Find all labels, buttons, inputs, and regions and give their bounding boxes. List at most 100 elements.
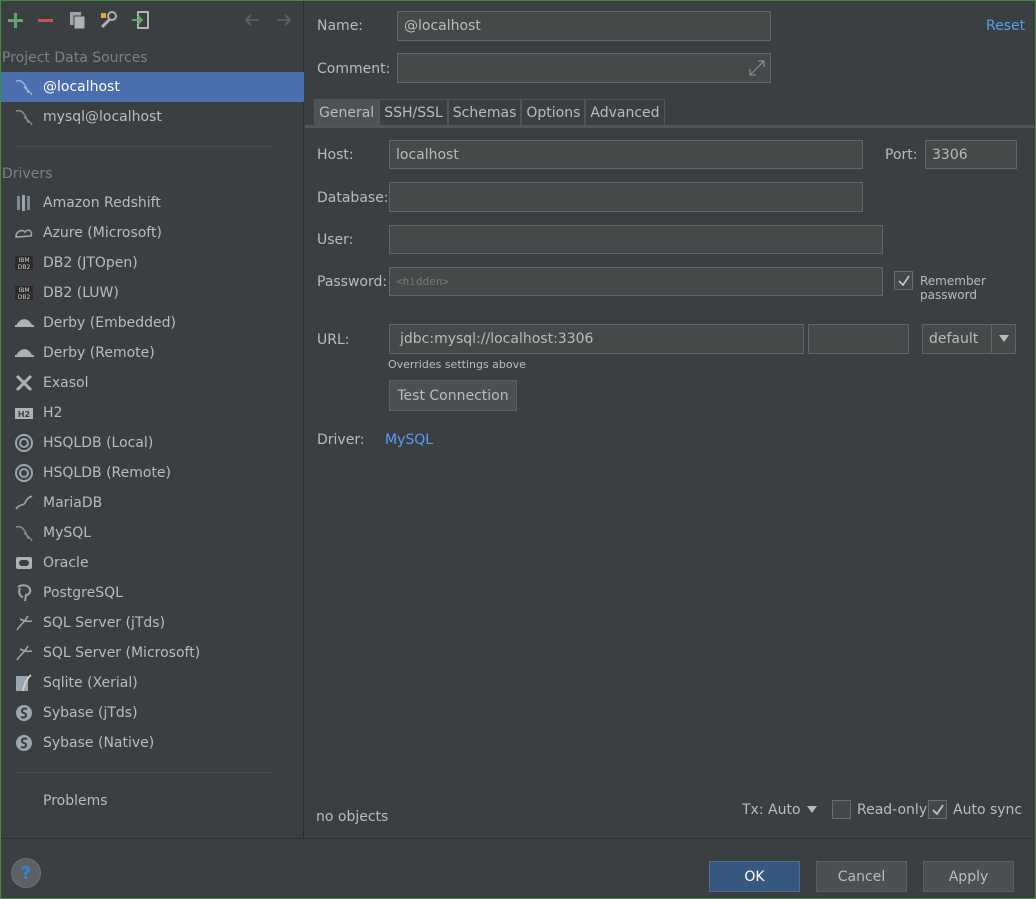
driver-label: Derby (Remote) (43, 345, 155, 361)
port-label: Port: (885, 147, 918, 163)
driver-label: HSQLDB (Remote) (43, 465, 172, 481)
comment-field[interactable] (397, 53, 771, 83)
problems-item[interactable]: Problems (1, 786, 304, 816)
driver-item[interactable]: Derby (Embedded) (1, 308, 304, 338)
driver-item[interactable]: SQL Server (Microsoft) (1, 638, 304, 668)
derby-icon (13, 312, 35, 334)
host-field[interactable]: localhost (389, 140, 863, 169)
help-button[interactable]: ? (11, 858, 41, 888)
problems-spacer (13, 790, 35, 812)
driver-label: Amazon Redshift (43, 195, 161, 211)
svg-text:DB2: DB2 (18, 294, 31, 301)
svg-text:IBM: IBM (18, 287, 29, 294)
sybase-icon (13, 702, 35, 724)
driver-label: Azure (Microsoft) (43, 225, 162, 241)
redshift-icon (13, 192, 35, 214)
sidebar-toolbar (1, 1, 304, 39)
db2-icon: IBM DB2 (13, 252, 35, 274)
copy-icon[interactable] (67, 9, 89, 31)
ok-button[interactable]: OK (709, 861, 800, 892)
mariadb-icon (13, 492, 35, 514)
name-field[interactable]: @localhost (397, 11, 771, 41)
derby-icon (13, 342, 35, 364)
data-source-label: mysql@localhost (43, 109, 162, 125)
driver-label: Driver: (317, 432, 365, 448)
driver-item[interactable]: Exasol (1, 368, 304, 398)
hsqldb-icon (13, 432, 35, 454)
tab-underline (305, 125, 1034, 128)
dialog-button-bar: ? OK Cancel Apply (1, 838, 1034, 897)
driver-label: PostgreSQL (43, 585, 123, 601)
arrow-left-icon[interactable] (241, 9, 263, 31)
driver-label: Sybase (jTds) (43, 705, 138, 721)
chevron-down-icon (991, 325, 1015, 353)
divider (15, 146, 273, 147)
h2-icon: H2 (13, 402, 35, 424)
minus-icon[interactable] (34, 9, 56, 31)
url-mode-select[interactable]: default (922, 324, 1016, 354)
db2-icon: IBM DB2 (13, 282, 35, 304)
read-only-checkbox[interactable] (832, 800, 851, 819)
tab-options[interactable]: Options (521, 99, 586, 125)
driver-item[interactable]: Azure (Microsoft) (1, 218, 304, 248)
plus-icon[interactable] (4, 9, 26, 31)
driver-item[interactable]: IBM DB2 DB2 (JTOpen) (1, 248, 304, 278)
port-field[interactable]: 3306 (925, 140, 1017, 169)
mysql-icon (13, 522, 35, 544)
driver-item[interactable]: PostgreSQL (1, 578, 304, 608)
sybase-icon (13, 732, 35, 754)
driver-label: DB2 (JTOpen) (43, 255, 138, 271)
driver-item[interactable]: Oracle (1, 548, 304, 578)
driver-item[interactable]: Sybase (jTds) (1, 698, 304, 728)
url-extra-field[interactable] (808, 324, 909, 354)
test-connection-button[interactable]: Test Connection (389, 380, 517, 411)
driver-label: Derby (Embedded) (43, 315, 176, 331)
tab-schemas[interactable]: Schemas (447, 99, 522, 125)
driver-item[interactable]: Sqlite (Xerial) (1, 668, 304, 698)
data-source-mysql-localhost[interactable]: mysql@localhost (1, 102, 304, 132)
driver-item[interactable]: MariaDB (1, 488, 304, 518)
tx-mode-dropdown[interactable]: Tx: Auto (742, 802, 817, 818)
user-field[interactable] (389, 225, 883, 254)
remember-password-label: Remember password (920, 274, 986, 302)
apply-button[interactable]: Apply (923, 861, 1014, 892)
auto-sync-checkbox[interactable] (928, 800, 947, 819)
sqlite-icon (13, 672, 35, 694)
driver-item[interactable]: MySQL (1, 518, 304, 548)
arrow-right-icon[interactable] (273, 9, 295, 31)
driver-item[interactable]: Derby (Remote) (1, 338, 304, 368)
driver-item[interactable]: Sybase (Native) (1, 728, 304, 758)
driver-item[interactable]: H2 H2 (1, 398, 304, 428)
tab-bar: General SSH/SSL Schemas Options Advanced (314, 99, 665, 125)
sqlserver-icon (13, 642, 35, 664)
driver-item[interactable]: IBM DB2 DB2 (LUW) (1, 278, 304, 308)
help-icon: ? (20, 862, 32, 884)
driver-label: DB2 (LUW) (43, 285, 119, 301)
cancel-button[interactable]: Cancel (816, 861, 907, 892)
import-icon[interactable] (130, 9, 152, 31)
reset-link[interactable]: Reset (986, 18, 1025, 34)
tab-general[interactable]: General (314, 99, 380, 125)
database-field[interactable] (389, 182, 863, 212)
driver-item[interactable]: HSQLDB (Remote) (1, 458, 304, 488)
auto-sync-label: Auto sync (953, 802, 1023, 818)
driver-item[interactable]: Amazon Redshift (1, 188, 304, 218)
driver-link[interactable]: MySQL (385, 432, 433, 448)
driver-item[interactable]: SQL Server (jTds) (1, 608, 304, 638)
problems-label: Problems (43, 793, 108, 809)
data-source-localhost[interactable]: @localhost (1, 72, 304, 102)
wrench-icon[interactable] (98, 9, 120, 31)
url-hint: Overrides settings above (388, 358, 526, 371)
remember-password-checkbox[interactable] (894, 271, 913, 290)
driver-label: H2 (43, 405, 63, 421)
driver-label: SQL Server (Microsoft) (43, 645, 201, 661)
name-label: Name: (317, 18, 364, 34)
password-field[interactable]: <hidden> (389, 267, 883, 296)
tab-ssh-ssl[interactable]: SSH/SSL (379, 99, 448, 125)
data-source-label: @localhost (43, 79, 120, 95)
postgresql-icon (13, 582, 35, 604)
tab-advanced[interactable]: Advanced (585, 99, 665, 125)
expand-icon[interactable] (747, 58, 767, 78)
url-field[interactable]: jdbc:mysql://localhost:3306 (389, 324, 804, 354)
driver-item[interactable]: HSQLDB (Local) (1, 428, 304, 458)
